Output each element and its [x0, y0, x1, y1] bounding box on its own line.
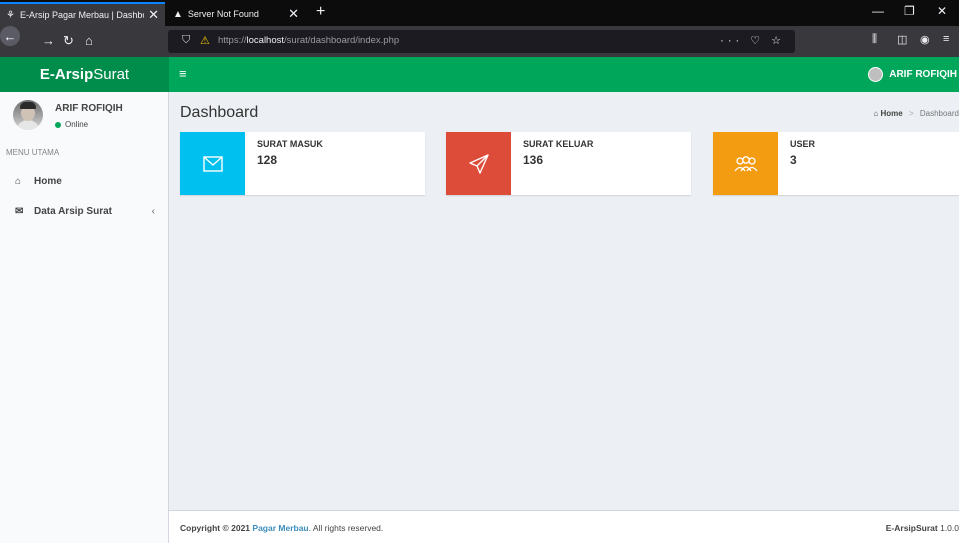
info-label: SURAT KELUAR — [523, 139, 594, 149]
breadcrumb: ⌂ Home > Dashboard — [873, 109, 959, 118]
sidebar-item-label: Home — [34, 175, 62, 187]
warning-icon: ▲ — [173, 8, 183, 20]
footer-brand-link[interactable]: Pagar Merbau — [252, 523, 308, 533]
back-icon[interactable]: ← — [0, 26, 20, 46]
status-badge: Online — [55, 120, 88, 129]
tab-title: Server Not Found — [187, 9, 259, 19]
close-tab-icon[interactable]: ✕ — [288, 6, 299, 22]
user-menu[interactable]: ARIF ROFIQIH — [868, 67, 957, 82]
sidebar-user-name: ARIF ROFIQIH — [55, 103, 123, 114]
main-content: Dashboard ⌂ Home > Dashboard SURAT MASUK… — [169, 92, 959, 510]
url-bar[interactable]: ⛉ ⚠ https://localhost/surat/dashboard/in… — [168, 30, 795, 53]
menu-header: MENU UTAMA — [6, 148, 60, 157]
chevron-left-icon: ‹ — [151, 205, 155, 217]
maximize-icon[interactable]: ❐ — [904, 4, 915, 18]
breadcrumb-home[interactable]: Home — [880, 109, 902, 118]
tab-title: E-Arsip Pagar Merbau | Dashbo — [19, 10, 145, 20]
users-icon — [713, 132, 778, 195]
envelope-icon — [180, 132, 245, 195]
user-name: ARIF ROFIQIH — [889, 69, 957, 80]
url-text[interactable]: https://localhost/surat/dashboard/index.… — [218, 35, 399, 46]
browser-toolbar: ← → ↻ ⌂ ⛉ ⚠ https://localhost/surat/dash… — [0, 26, 959, 57]
library-icon[interactable]: ⫼ — [872, 33, 877, 46]
sidebar-item-data-arsip-surat[interactable]: ✉ Data Arsip Surat ‹ — [0, 197, 168, 225]
close-tab-icon[interactable]: ✕ — [148, 7, 159, 23]
info-value: 128 — [257, 153, 278, 167]
new-tab-icon[interactable]: + — [316, 3, 325, 21]
menu-icon[interactable]: ≡ — [943, 33, 949, 45]
paper-plane-icon — [446, 132, 511, 195]
home-icon: ⌂ — [15, 175, 22, 187]
top-navbar: ≡ ARIF ROFIQIH — [169, 57, 959, 92]
app-logo[interactable]: E-Arsip Surat — [0, 57, 169, 92]
browser-tab-bar: ⚘ E-Arsip Pagar Merbau | Dashbo ✕ ▲ Serv… — [0, 0, 959, 26]
lock-warning-icon[interactable]: ⚠ — [200, 34, 210, 47]
sidebar-item-home[interactable]: ⌂ Home — [0, 167, 168, 195]
online-dot-icon — [55, 121, 61, 128]
envelope-icon: ✉ — [15, 205, 24, 217]
reload-icon[interactable]: ↻ — [63, 33, 74, 49]
page-title: Dashboard — [180, 104, 259, 121]
info-label: USER — [790, 139, 816, 149]
avatar — [868, 67, 884, 82]
breadcrumb-current: Dashboard — [919, 109, 959, 118]
sidebar-icon[interactable]: ◫ — [897, 33, 907, 46]
window-close-icon[interactable]: ✕ — [937, 4, 947, 18]
browser-tab-inactive[interactable]: ▲ Server Not Found ✕ — [167, 2, 305, 26]
browser-tab-active[interactable]: ⚘ E-Arsip Pagar Merbau | Dashbo ✕ — [0, 2, 165, 26]
account-icon[interactable]: ◉ — [920, 33, 930, 46]
info-label: SURAT MASUK — [257, 139, 323, 149]
info-box-surat-keluar[interactable]: SURAT KELUAR 136 — [446, 132, 691, 195]
sidebar-toggle-icon[interactable]: ≡ — [179, 66, 187, 81]
footer: Copyright © 2021 Pagar Merbau. All right… — [169, 510, 959, 543]
avatar — [13, 100, 43, 130]
info-box-surat-masuk[interactable]: SURAT MASUK 128 — [180, 132, 425, 195]
info-value: 3 — [790, 153, 797, 167]
home-icon: ⌂ — [873, 109, 879, 118]
home-icon[interactable]: ⌂ — [85, 33, 93, 48]
sidebar: ARIF ROFIQIH Online MENU UTAMA ⌂ Home ✉ … — [0, 92, 169, 543]
forward-icon[interactable]: → — [42, 33, 55, 48]
info-value: 136 — [523, 153, 544, 167]
page-icon: ⚘ — [6, 9, 15, 21]
sidebar-item-label: Data Arsip Surat — [34, 205, 112, 217]
shield-icon: ⛉ — [182, 34, 191, 46]
page-actions-icons[interactable]: ··· ♡ ☆ — [720, 34, 785, 47]
footer-copyright: Copyright © 2021 Pagar Merbau. All right… — [180, 523, 384, 533]
info-box-user[interactable]: USER 3 — [713, 132, 959, 195]
minimize-icon[interactable]: — — [872, 4, 884, 18]
footer-version: E-ArsipSurat 1.0.0 — [885, 523, 959, 533]
